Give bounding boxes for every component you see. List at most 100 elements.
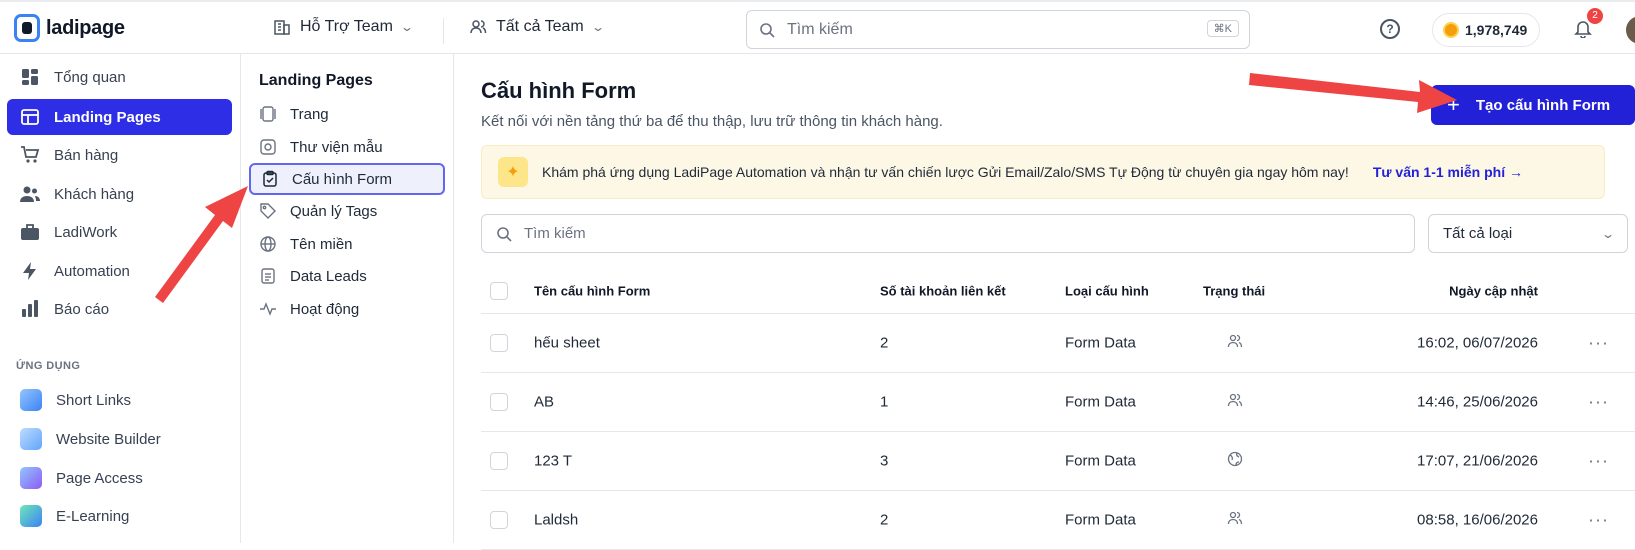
- team-selector-all[interactable]: Tất cả Team ⌄: [469, 18, 605, 36]
- subnav-title: Landing Pages: [259, 72, 373, 89]
- chevron-down-icon: ⌄: [1600, 226, 1616, 241]
- users-icon: [1227, 510, 1243, 530]
- subnav-item-domains[interactable]: Tên miền: [249, 228, 445, 260]
- subnav-item-activity[interactable]: Hoạt động: [249, 293, 445, 325]
- sidebar-item-sales[interactable]: Bán hàng: [7, 137, 232, 173]
- users-icon: [470, 20, 487, 34]
- users-icon: [20, 184, 40, 204]
- logo[interactable]: ladipage: [14, 14, 125, 42]
- chevron-down-icon: ⌄: [399, 20, 414, 34]
- form-config-table: Tên cấu hình Form Số tài khoản liên kết …: [481, 268, 1635, 550]
- header-date[interactable]: Ngày cập nhật: [1449, 283, 1538, 298]
- plus-icon: +: [1447, 92, 1460, 117]
- subnav-item-label: Hoạt động: [290, 300, 360, 318]
- page-subtitle: Kết nối với nền tảng thứ ba để thu thập,…: [481, 113, 943, 130]
- row-date: 16:02, 06/07/2026: [1417, 334, 1538, 352]
- credits-value: 1,978,749: [1465, 22, 1528, 38]
- subnav-item-label: Thư viện mẫu: [290, 138, 383, 156]
- create-form-config-button[interactable]: + Tạo cấu hình Form: [1431, 85, 1635, 125]
- globe-icon: [259, 235, 277, 253]
- cart-icon: [20, 145, 40, 165]
- dashboard-icon: [20, 67, 40, 87]
- coin-icon: [1443, 22, 1459, 38]
- team-selector-label: Tất cả Team: [496, 18, 584, 35]
- row-date: 08:58, 16/06/2026: [1417, 511, 1538, 529]
- avatar[interactable]: [1626, 16, 1635, 44]
- more-icon[interactable]: ···: [1588, 510, 1609, 531]
- type-filter-select[interactable]: Tất cả loại ⌄: [1428, 214, 1628, 253]
- sidebar-item-label: Website Builder: [56, 430, 161, 448]
- bar-chart-icon: [20, 299, 40, 319]
- subnav-item-label: Cấu hình Form: [292, 170, 393, 188]
- banner-consult-link[interactable]: Tư vấn 1-1 miễn phí →: [1373, 164, 1523, 180]
- row-checkbox[interactable]: [490, 393, 508, 411]
- form-search-input[interactable]: Tìm kiếm: [481, 214, 1415, 253]
- sidebar: Tổng quan Landing Pages Bán hàng Khách h…: [0, 54, 241, 543]
- header-status[interactable]: Trạng thái: [1203, 283, 1265, 298]
- help-icon[interactable]: ?: [1380, 19, 1400, 39]
- header-type[interactable]: Loại cấu hình: [1065, 283, 1149, 298]
- sidebar-item-customers[interactable]: Khách hàng: [7, 176, 232, 212]
- header-count[interactable]: Số tài khoản liên kết: [880, 283, 1006, 298]
- more-icon[interactable]: ···: [1588, 451, 1609, 472]
- sidebar-item-overview[interactable]: Tổng quan: [7, 59, 232, 95]
- subnav-item-label: Data Leads: [290, 267, 367, 285]
- header-name[interactable]: Tên cấu hình Form: [534, 283, 650, 298]
- users-icon: [1227, 392, 1243, 412]
- row-date: 14:46, 25/06/2026: [1417, 393, 1538, 411]
- sidebar-item-label: Short Links: [56, 391, 132, 409]
- row-name[interactable]: Laldsh: [534, 512, 578, 529]
- more-icon[interactable]: ···: [1588, 333, 1609, 354]
- page-title: Cấu hình Form: [481, 78, 637, 103]
- team-selector-support[interactable]: Hỗ Trợ Team ⌄: [273, 18, 414, 36]
- top-bar: ladipage Hỗ Trợ Team ⌄ Tất cả Team ⌄ Tìm…: [0, 0, 1635, 54]
- global-search-input[interactable]: Tìm kiếm ⌘K: [746, 10, 1250, 49]
- table-row[interactable]: hếu sheet 2 Form Data 16:02, 06/07/2026 …: [481, 314, 1635, 373]
- sidebar-item-automation[interactable]: Automation: [7, 253, 232, 289]
- template-icon: [259, 138, 277, 156]
- create-button-label: Tạo cấu hình Form: [1475, 96, 1611, 114]
- sidebar-app-short-links[interactable]: Short Links: [7, 382, 232, 418]
- sidebar-item-label: Automation: [54, 262, 130, 280]
- notification-count-badge: 2: [1587, 8, 1603, 24]
- search-icon: [497, 226, 512, 242]
- graduation-app-icon: [20, 505, 42, 527]
- row-name[interactable]: 123 T: [534, 453, 572, 470]
- sidebar-app-website-builder[interactable]: Website Builder: [7, 421, 232, 457]
- landing-pages-subnav: Landing Pages Trang Thư viện mẫu Cấu hìn…: [241, 54, 454, 543]
- row-checkbox[interactable]: [490, 452, 508, 470]
- main-content: Cấu hình Form Kết nối với nền tảng thứ b…: [454, 54, 1635, 550]
- row-count: 2: [880, 511, 889, 529]
- table-row[interactable]: 123 T 3 Form Data 17:07, 21/06/2026 ···: [481, 432, 1635, 491]
- credits-badge[interactable]: 1,978,749: [1432, 13, 1541, 47]
- sidebar-app-e-learning[interactable]: E-Learning: [7, 498, 232, 534]
- search-icon: [760, 22, 775, 38]
- select-all-checkbox[interactable]: [490, 281, 508, 300]
- row-name[interactable]: hếu sheet: [534, 335, 600, 352]
- subnav-item-data-leads[interactable]: Data Leads: [249, 260, 445, 292]
- tag-icon: [259, 202, 277, 220]
- clipboard-check-icon: [261, 170, 279, 188]
- row-date: 17:07, 21/06/2026: [1417, 452, 1538, 470]
- more-icon[interactable]: ···: [1588, 392, 1609, 413]
- subnav-item-tags[interactable]: Quản lý Tags: [249, 195, 445, 227]
- sidebar-item-ladiwork[interactable]: LadiWork: [7, 214, 232, 250]
- apps-section-title: ỨNG DỤNG: [16, 360, 81, 372]
- sparkle-icon: ✦: [498, 157, 528, 187]
- row-checkbox[interactable]: [490, 334, 508, 352]
- sidebar-item-reports[interactable]: Báo cáo: [7, 291, 232, 327]
- activity-icon: [259, 300, 277, 318]
- subnav-item-pages[interactable]: Trang: [249, 98, 445, 130]
- sidebar-item-label: Khách hàng: [54, 185, 135, 203]
- lock-app-icon: [20, 467, 42, 489]
- promo-banner: ✦ Khám phá ứng dụng LadiPage Automation …: [481, 145, 1605, 199]
- table-row[interactable]: Laldsh 2 Form Data 08:58, 16/06/2026 ···: [481, 491, 1635, 550]
- table-row[interactable]: AB 1 Form Data 14:46, 25/06/2026 ···: [481, 373, 1635, 432]
- row-checkbox[interactable]: [490, 511, 508, 529]
- search-placeholder: Tìm kiếm: [787, 20, 853, 38]
- row-name[interactable]: AB: [534, 394, 554, 411]
- subnav-item-form-config[interactable]: Cấu hình Form: [249, 163, 445, 195]
- sidebar-app-page-access[interactable]: Page Access: [7, 460, 232, 496]
- subnav-item-templates[interactable]: Thư viện mẫu: [249, 131, 445, 163]
- sidebar-item-landing-pages[interactable]: Landing Pages: [7, 99, 232, 135]
